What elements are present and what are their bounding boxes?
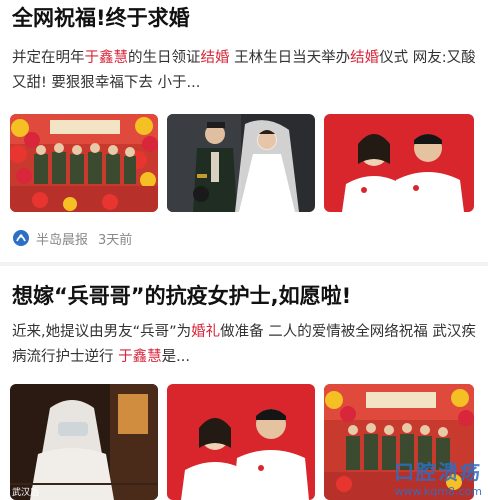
summary-keyword: 结婚 (350, 50, 380, 66)
summary-text: 的生日领证 (128, 50, 201, 66)
thumbnail-image[interactable] (167, 384, 315, 500)
source-name[interactable]: 半岛晨报 (36, 229, 88, 248)
image-caption: 武汉后 (12, 488, 40, 498)
couple-photo-image (167, 384, 315, 500)
site-watermark: 口腔溃疡 www.kqm8.com (394, 456, 482, 498)
summary-keyword: 于鑫慧 (118, 349, 162, 365)
article-summary[interactable]: 并定在明年于鑫慧的生日领证结婚 王林生日当天举办结婚仪式 网友:又酸又甜! 要狠… (12, 46, 480, 96)
nurse-photo-image (10, 384, 158, 500)
group-photo-image (10, 114, 158, 212)
wedding-photo-image (167, 114, 315, 212)
thumbnail-image[interactable] (10, 114, 158, 212)
watermark-url: www.kqm8.com (394, 485, 482, 498)
news-feed: 全网祝福!终于求婚 并定在明年于鑫慧的生日领证结婚 王林生日当天举办结婚仪式 网… (0, 0, 488, 500)
summary-text: 近来,她提议由男友“兵哥”为 (12, 324, 192, 340)
summary-text: 并定在明年 (12, 50, 85, 66)
thumbnail-image[interactable]: 武汉后 (10, 384, 158, 500)
news-card[interactable]: 全网祝福!终于求婚 并定在明年于鑫慧的生日领证结婚 王林生日当天举办结婚仪式 网… (0, 0, 488, 262)
summary-text: 王林生日当天举办 (229, 50, 351, 66)
summary-keyword: 于鑫慧 (84, 50, 129, 66)
thumbnail-image[interactable] (167, 114, 315, 212)
publish-time: 3天前 (98, 232, 133, 248)
summary-text: 是... (161, 349, 190, 365)
summary-keyword: 婚礼 (191, 324, 221, 340)
couple-photo-image (324, 114, 474, 212)
article-meta: 半岛晨报 3天前 (12, 228, 132, 248)
article-summary[interactable]: 近来,她提议由男友“兵哥”为婚礼做准备 二人的爱情被全网络祝福 武汉疾病流行护士… (12, 320, 480, 370)
summary-keyword: 结婚 (200, 50, 230, 66)
watermark-text: 口腔溃疡 (394, 460, 482, 484)
thumbnail-image[interactable] (324, 114, 474, 212)
source-logo-icon (13, 230, 29, 246)
article-title[interactable]: 全网祝福!终于求婚 (12, 4, 480, 32)
thumbnail-row (10, 114, 474, 212)
article-title[interactable]: 想嫁“兵哥哥”的抗疫女护士,如愿啦! (12, 282, 480, 310)
